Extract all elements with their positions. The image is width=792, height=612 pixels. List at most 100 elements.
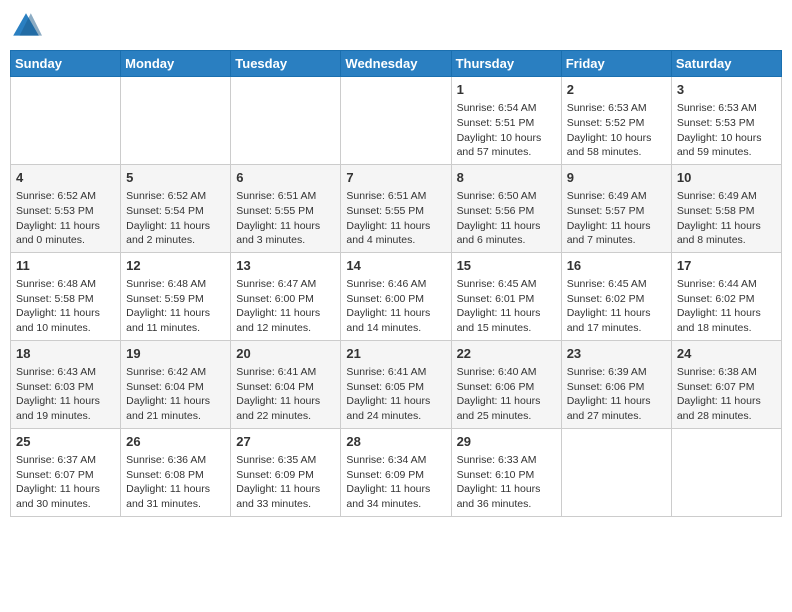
day-info: Sunrise: 6:35 AM [236, 453, 335, 468]
cell-content: 14Sunrise: 6:46 AMSunset: 6:00 PMDayligh… [346, 257, 445, 336]
calendar-cell: 19Sunrise: 6:42 AMSunset: 6:04 PMDayligh… [121, 340, 231, 428]
day-number: 9 [567, 169, 666, 187]
day-info: Daylight: 11 hours and 0 minutes. [16, 219, 115, 248]
cell-content: 3Sunrise: 6:53 AMSunset: 5:53 PMDaylight… [677, 81, 776, 160]
day-info: Sunrise: 6:52 AM [126, 189, 225, 204]
day-info: Sunset: 5:56 PM [457, 204, 556, 219]
day-info: Daylight: 11 hours and 3 minutes. [236, 219, 335, 248]
day-info: Sunset: 6:04 PM [126, 380, 225, 395]
day-info: Daylight: 11 hours and 7 minutes. [567, 219, 666, 248]
day-info: Daylight: 10 hours and 59 minutes. [677, 131, 776, 160]
cell-content: 20Sunrise: 6:41 AMSunset: 6:04 PMDayligh… [236, 345, 335, 424]
day-info: Sunset: 5:54 PM [126, 204, 225, 219]
day-number: 22 [457, 345, 556, 363]
calendar-cell: 3Sunrise: 6:53 AMSunset: 5:53 PMDaylight… [671, 77, 781, 165]
day-info: Sunset: 6:01 PM [457, 292, 556, 307]
calendar-week-row: 18 Sunrise: 6:43 AMSunset: 6:03 PM Dayligh… [11, 340, 782, 428]
day-info: Sunrise: 6:47 AM [236, 277, 335, 292]
calendar-cell: 21Sunrise: 6:41 AMSunset: 6:05 PMDayligh… [341, 340, 451, 428]
day-info: Sunset: 5:55 PM [346, 204, 445, 219]
cell-content: 9Sunrise: 6:49 AMSunset: 5:57 PMDaylight… [567, 169, 666, 248]
calendar-cell: 1Sunrise: 6:54 AMSunset: 5:51 PMDaylight… [451, 77, 561, 165]
day-number: 16 [567, 257, 666, 275]
day-number: 4 [16, 169, 115, 187]
day-info: Sunrise: 6:40 AM [457, 365, 556, 380]
day-info: Sunset: 6:10 PM [457, 468, 556, 483]
day-info: Sunrise: 6:38 AM [677, 365, 776, 380]
day-info: Sunrise: 6:36 AM [126, 453, 225, 468]
calendar-cell: 8 Sunrise: 6:50 AMSunset: 5:56 PMDaylight… [451, 164, 561, 252]
day-info: Daylight: 11 hours and 30 minutes. [16, 482, 115, 511]
day-number: 11 [16, 257, 115, 275]
day-info: Sunset: 5:53 PM [16, 204, 115, 219]
calendar-cell: 9Sunrise: 6:49 AMSunset: 5:57 PMDaylight… [561, 164, 671, 252]
day-info: Sunrise: 6:52 AM [16, 189, 115, 204]
calendar-cell: 15Sunrise: 6:45 AMSunset: 6:01 PMDayligh… [451, 252, 561, 340]
cell-content: 16Sunrise: 6:45 AMSunset: 6:02 PMDayligh… [567, 257, 666, 336]
calendar-cell: 23Sunrise: 6:39 AMSunset: 6:06 PMDayligh… [561, 340, 671, 428]
day-number: 8 [457, 169, 556, 187]
day-number: 14 [346, 257, 445, 275]
cell-content: 27Sunrise: 6:35 AMSunset: 6:09 PMDayligh… [236, 433, 335, 512]
cell-content: 26 Sunrise: 6:36 AMSunset: 6:08 PMDayligh… [126, 433, 225, 512]
day-info: Sunset: 6:08 PM [126, 468, 225, 483]
day-info: Sunrise: 6:41 AM [346, 365, 445, 380]
day-number: 1 [457, 81, 556, 99]
calendar-cell [561, 428, 671, 516]
day-info: Daylight: 11 hours and 21 minutes. [126, 394, 225, 423]
calendar-cell [671, 428, 781, 516]
day-number: 19 [126, 345, 225, 363]
day-info: Daylight: 11 hours and 17 minutes. [567, 306, 666, 335]
day-header-tuesday: Tuesday [231, 51, 341, 77]
cell-content: 25Sunrise: 6:37 AMSunset: 6:07 PMDayligh… [16, 433, 115, 512]
cell-content: 21Sunrise: 6:41 AMSunset: 6:05 PMDayligh… [346, 345, 445, 424]
day-info: Sunset: 5:58 PM [677, 204, 776, 219]
day-info: Sunset: 6:09 PM [346, 468, 445, 483]
cell-content: 18Sunrise: 6:43 AMSunset: 6:03 PMDayligh… [16, 345, 115, 424]
day-info: Sunset: 6:00 PM [236, 292, 335, 307]
cell-content: 8 Sunrise: 6:50 AMSunset: 5:56 PMDaylight… [457, 169, 556, 248]
day-info: Sunset: 6:06 PM [457, 380, 556, 395]
calendar-page: SundayMondayTuesdayWednesdayThursdayFrid… [0, 0, 792, 612]
day-number: 12 [126, 257, 225, 275]
day-info: Sunset: 6:09 PM [236, 468, 335, 483]
day-info: Daylight: 11 hours and 15 minutes. [457, 306, 556, 335]
day-number: 18 [16, 345, 115, 363]
day-number: 29 [457, 433, 556, 451]
day-info: Sunset: 6:03 PM [16, 380, 115, 395]
calendar-cell [231, 77, 341, 165]
day-info: Sunset: 5:53 PM [677, 116, 776, 131]
day-number: 26 [126, 433, 225, 451]
cell-content: 28Sunrise: 6:34 AMSunset: 6:09 PMDayligh… [346, 433, 445, 512]
calendar-cell: 16Sunrise: 6:45 AMSunset: 6:02 PMDayligh… [561, 252, 671, 340]
day-info: Daylight: 11 hours and 14 minutes. [346, 306, 445, 335]
calendar-cell: 24Sunrise: 6:38 AMSunset: 6:07 PMDayligh… [671, 340, 781, 428]
day-info: Daylight: 11 hours and 24 minutes. [346, 394, 445, 423]
day-info: Daylight: 11 hours and 12 minutes. [236, 306, 335, 335]
day-info: Sunset: 5:59 PM [126, 292, 225, 307]
calendar-cell: 25Sunrise: 6:37 AMSunset: 6:07 PMDayligh… [11, 428, 121, 516]
calendar-cell: 29Sunrise: 6:33 AMSunset: 6:10 PMDayligh… [451, 428, 561, 516]
calendar-cell [11, 77, 121, 165]
day-info: Sunset: 5:57 PM [567, 204, 666, 219]
day-info: Sunrise: 6:44 AM [677, 277, 776, 292]
cell-content: 2Sunrise: 6:53 AMSunset: 5:52 PMDaylight… [567, 81, 666, 160]
cell-content: 7Sunrise: 6:51 AMSunset: 5:55 PMDaylight… [346, 169, 445, 248]
calendar-cell [121, 77, 231, 165]
day-info: Daylight: 10 hours and 57 minutes. [457, 131, 556, 160]
day-info: Sunrise: 6:43 AM [16, 365, 115, 380]
day-info: Sunset: 5:58 PM [16, 292, 115, 307]
day-info: Sunset: 6:05 PM [346, 380, 445, 395]
day-number: 2 [567, 81, 666, 99]
day-info: Sunrise: 6:46 AM [346, 277, 445, 292]
calendar-week-row: 25Sunrise: 6:37 AMSunset: 6:07 PMDayligh… [11, 428, 782, 516]
cell-content: 13Sunrise: 6:47 AMSunset: 6:00 PMDayligh… [236, 257, 335, 336]
day-number: 28 [346, 433, 445, 451]
day-info: Daylight: 11 hours and 36 minutes. [457, 482, 556, 511]
day-info: Daylight: 11 hours and 31 minutes. [126, 482, 225, 511]
calendar-cell: 11Sunrise: 6:48 AMSunset: 5:58 PMDayligh… [11, 252, 121, 340]
calendar-cell: 20Sunrise: 6:41 AMSunset: 6:04 PMDayligh… [231, 340, 341, 428]
day-info: Daylight: 11 hours and 6 minutes. [457, 219, 556, 248]
day-number: 6 [236, 169, 335, 187]
day-info: Sunrise: 6:50 AM [457, 189, 556, 204]
